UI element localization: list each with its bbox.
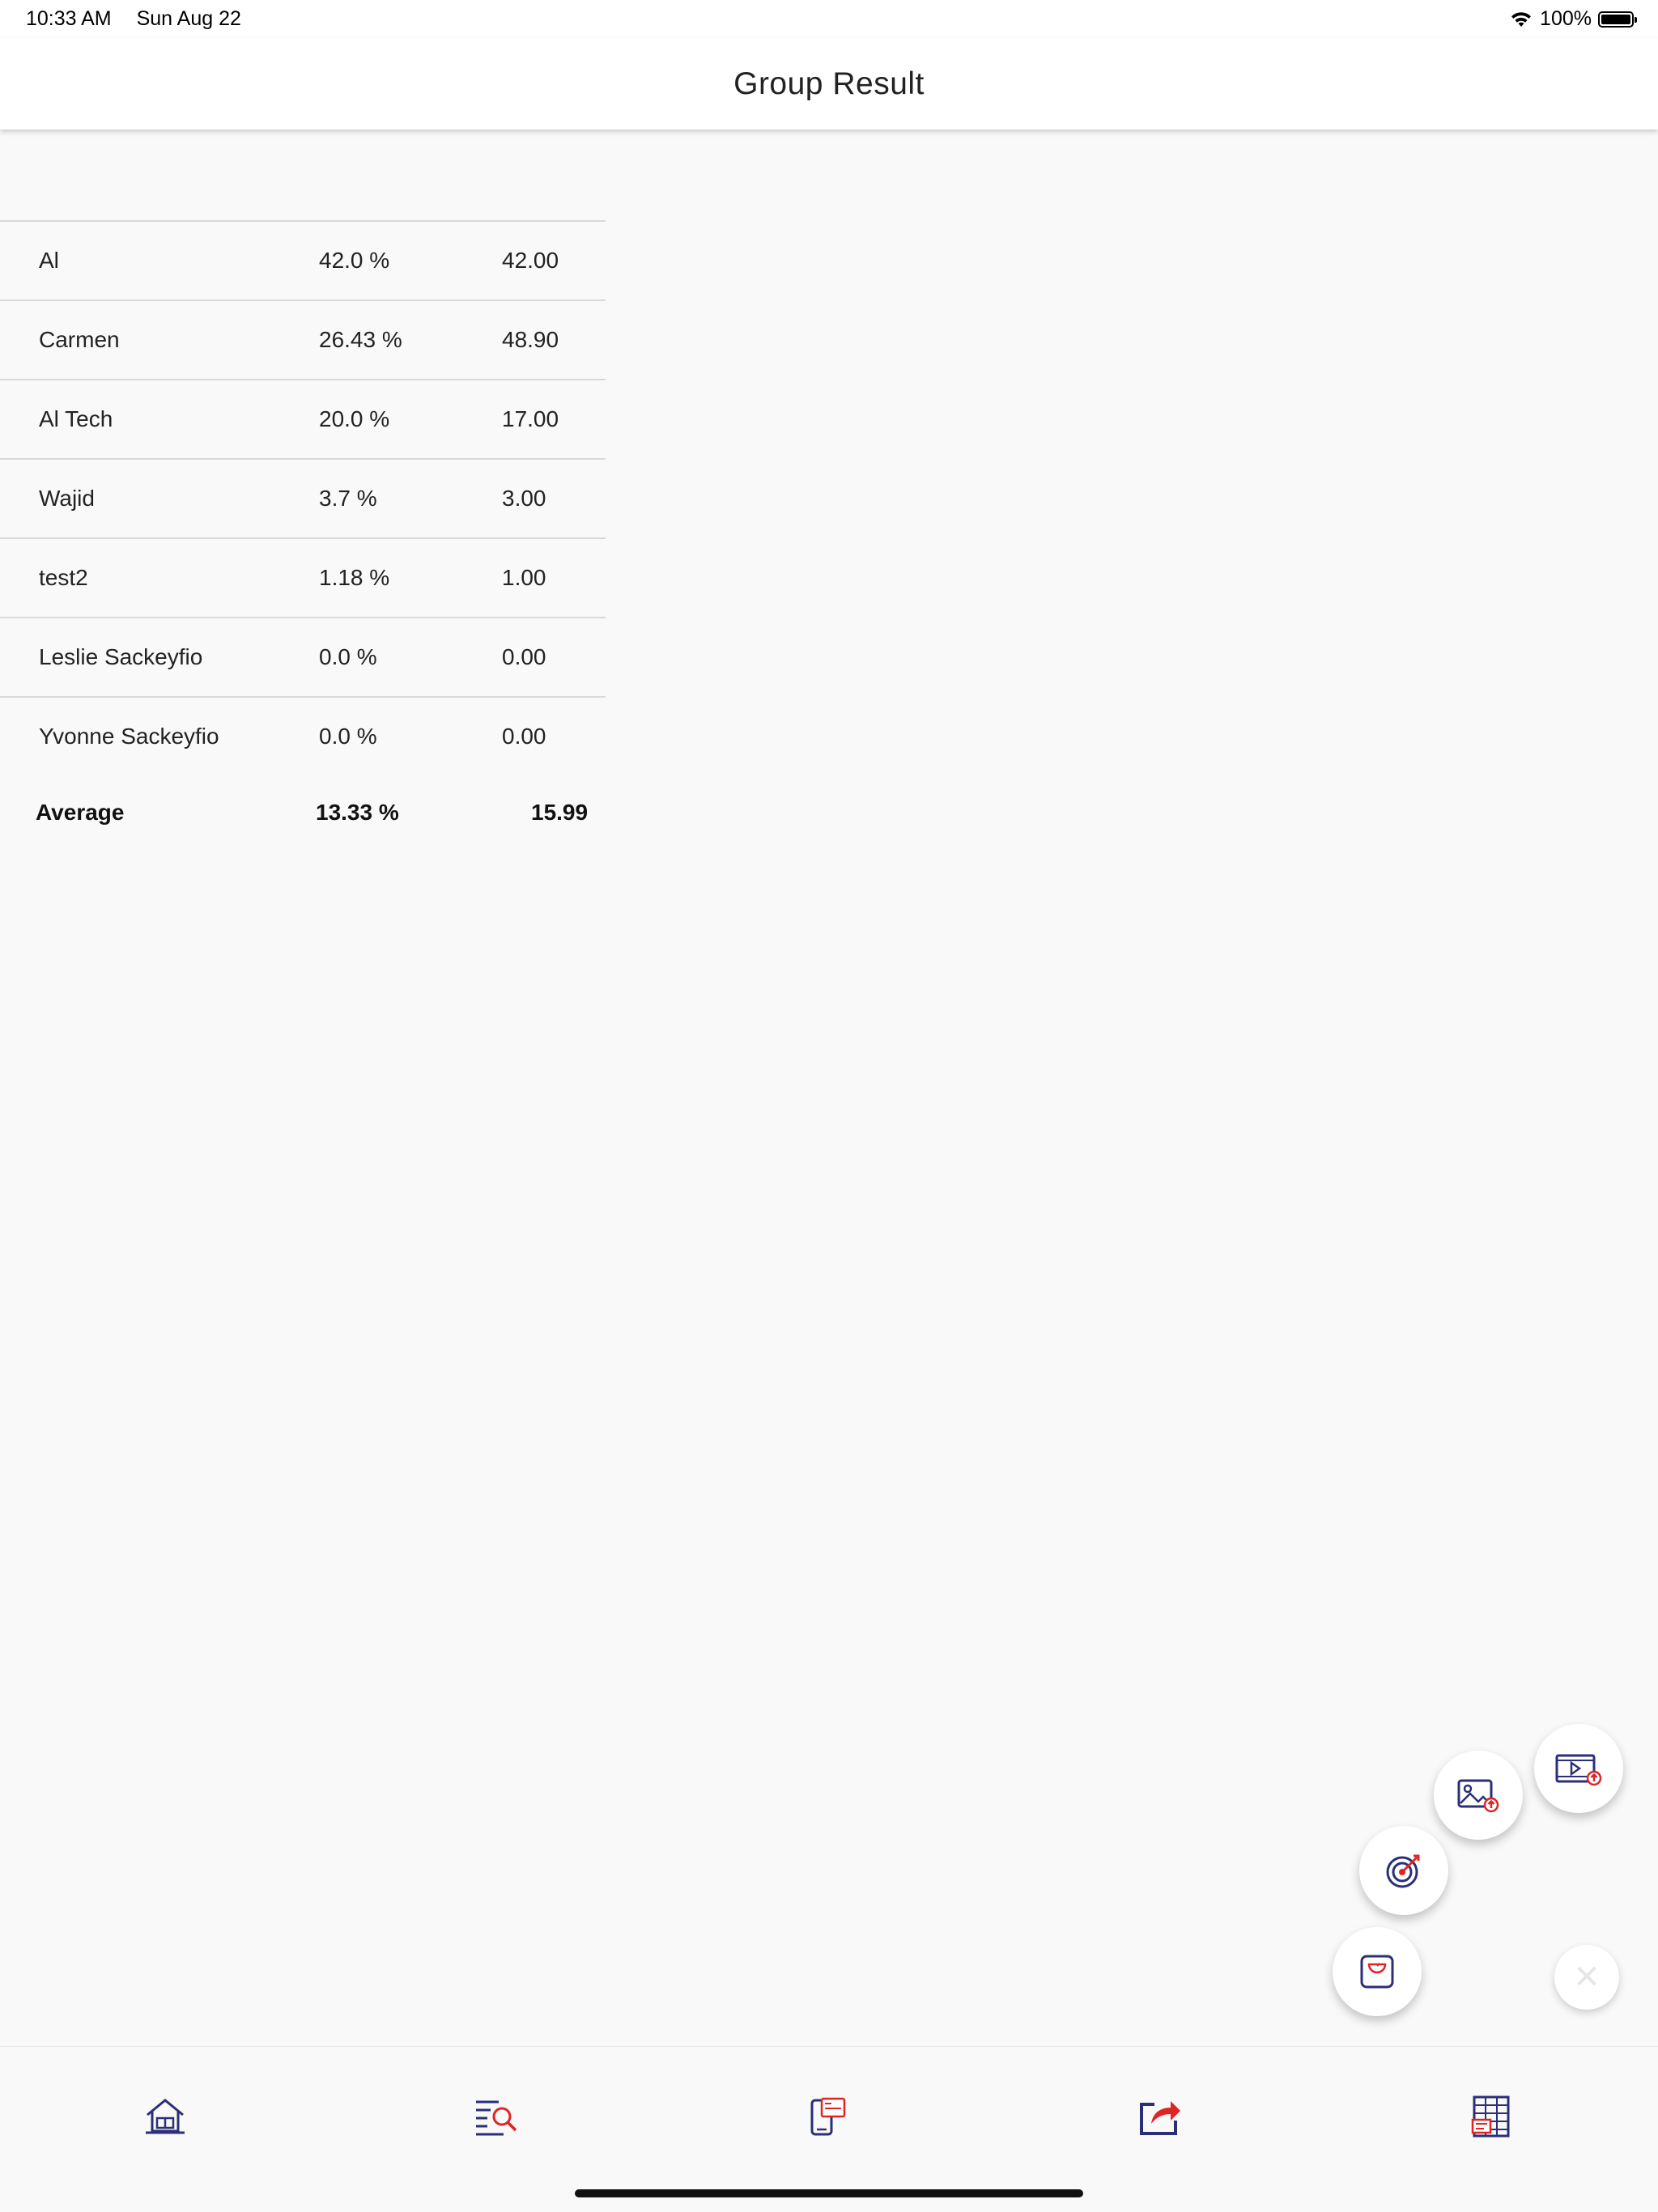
battery-icon bbox=[1598, 11, 1637, 28]
member-value: 42.00 bbox=[502, 248, 559, 273]
battery-percent: 100% bbox=[1540, 7, 1592, 30]
tab-payment[interactable] bbox=[804, 2092, 852, 2141]
member-value: 0.00 bbox=[502, 644, 546, 669]
tab-home[interactable] bbox=[141, 2092, 189, 2141]
average-label: Average bbox=[36, 800, 125, 825]
target-icon bbox=[1386, 1854, 1420, 1888]
status-date: Sun Aug 22 bbox=[136, 7, 241, 30]
status-bar: 10:33 AM Sun Aug 22 100% bbox=[0, 0, 1658, 38]
video-upload-icon bbox=[1555, 1754, 1602, 1786]
status-left: 10:33 AM Sun Aug 22 bbox=[26, 7, 261, 31]
navigation-bar: Group Result bbox=[0, 38, 1658, 129]
table-row[interactable]: test2 1.18 % 1.00 bbox=[0, 537, 606, 617]
member-value: 1.00 bbox=[502, 565, 546, 590]
member-name: Al bbox=[39, 248, 59, 273]
member-percent: 0.0 % bbox=[319, 724, 377, 749]
average-percent: 13.33 % bbox=[316, 800, 399, 825]
member-name: Wajid bbox=[39, 486, 95, 511]
status-right: 100% bbox=[1509, 7, 1637, 31]
member-percent: 42.0 % bbox=[319, 248, 390, 273]
member-value: 3.00 bbox=[502, 486, 546, 511]
search-list-icon bbox=[476, 2100, 517, 2136]
payment-icon bbox=[810, 2097, 846, 2136]
bottom-tab-bar bbox=[0, 2046, 1658, 2212]
member-name: Yvonne Sackeyfio bbox=[39, 724, 219, 749]
page-title: Group Result bbox=[733, 66, 925, 101]
target-button[interactable] bbox=[1359, 1826, 1448, 1915]
member-value: 17.00 bbox=[502, 406, 559, 431]
close-icon: ✕ bbox=[1573, 1959, 1601, 1995]
member-percent: 1.18 % bbox=[319, 565, 390, 590]
member-percent: 26.43 % bbox=[319, 327, 402, 352]
share-icon bbox=[1140, 2101, 1180, 2135]
status-time: 10:33 AM bbox=[26, 7, 112, 30]
table-row[interactable]: Carmen 26.43 % 48.90 bbox=[0, 299, 606, 379]
scale-icon bbox=[1360, 1955, 1394, 1989]
member-percent: 3.7 % bbox=[319, 486, 377, 511]
member-name: Al Tech bbox=[39, 406, 113, 431]
member-name: Carmen bbox=[39, 327, 120, 352]
average-value: 15.99 bbox=[531, 800, 589, 825]
battery-level bbox=[1601, 14, 1630, 24]
member-value: 48.90 bbox=[502, 327, 559, 352]
member-percent: 0.0 % bbox=[319, 644, 377, 669]
tab-search[interactable] bbox=[472, 2092, 521, 2141]
image-upload-icon bbox=[1457, 1779, 1499, 1813]
member-name: Leslie Sackeyfio bbox=[39, 644, 203, 669]
table-row[interactable]: Al 42.0 % 42.00 bbox=[0, 220, 606, 299]
close-menu-button[interactable]: ✕ bbox=[1554, 1945, 1619, 2010]
table-row[interactable]: Leslie Sackeyfio 0.0 % 0.00 bbox=[0, 617, 606, 696]
home-icon bbox=[146, 2099, 185, 2134]
spreadsheet-icon bbox=[1471, 2095, 1510, 2138]
results-table: Al 42.0 % 42.00 Carmen 26.43 % 48.90 Al … bbox=[0, 220, 606, 775]
wifi-icon bbox=[1511, 11, 1532, 27]
tab-share[interactable] bbox=[1136, 2092, 1184, 2141]
member-percent: 20.0 % bbox=[319, 406, 390, 431]
video-upload-button[interactable] bbox=[1534, 1724, 1623, 1813]
table-row[interactable]: Wajid 3.7 % 3.00 bbox=[0, 458, 606, 537]
image-upload-button[interactable] bbox=[1434, 1751, 1523, 1840]
scale-button[interactable] bbox=[1333, 1927, 1422, 2016]
average-row: Average 13.33 % 15.99 bbox=[0, 793, 606, 842]
member-value: 0.00 bbox=[502, 724, 546, 749]
tab-spreadsheet[interactable] bbox=[1467, 2092, 1516, 2141]
member-name: test2 bbox=[39, 565, 88, 590]
home-indicator bbox=[575, 2189, 1083, 2197]
table-row[interactable]: Yvonne Sackeyfio 0.0 % 0.00 bbox=[0, 696, 606, 775]
table-row[interactable]: Al Tech 20.0 % 17.00 bbox=[0, 379, 606, 458]
